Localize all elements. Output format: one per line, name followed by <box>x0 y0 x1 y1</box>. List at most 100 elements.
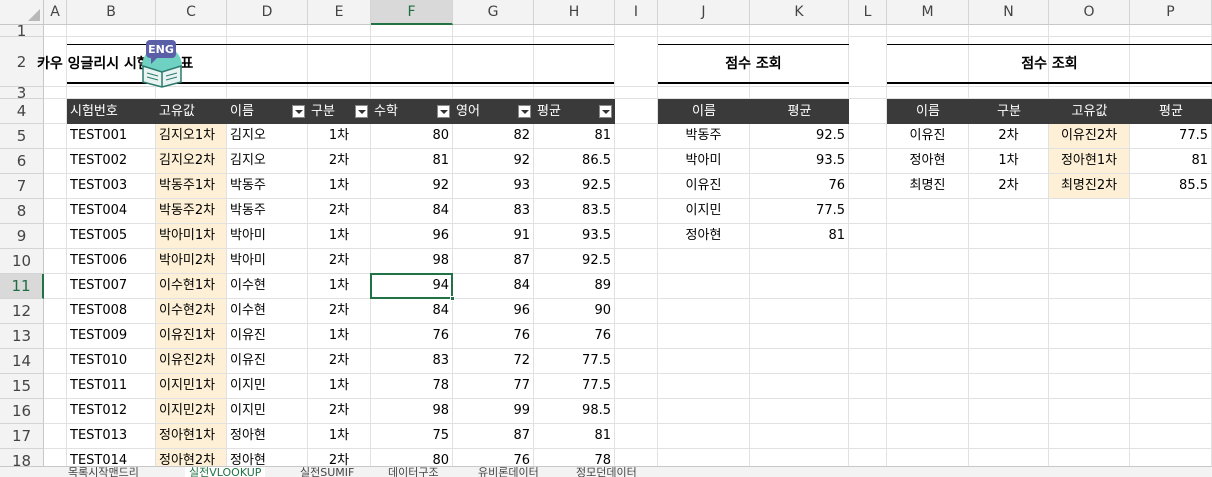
main-cell[interactable]: 80 <box>371 124 452 148</box>
main-cell[interactable]: 87 <box>453 424 533 448</box>
lookup2-cell[interactable]: 1차 <box>969 149 1048 173</box>
main-cell[interactable]: 83.5 <box>534 199 614 223</box>
main-cell[interactable]: 이수현 <box>227 299 307 323</box>
main-cell[interactable]: 이수현2차 <box>156 299 226 323</box>
row-header-4[interactable]: 4 <box>0 99 44 124</box>
main-cell[interactable]: 박동주1차 <box>156 174 226 198</box>
main-cell[interactable]: 77 <box>453 374 533 398</box>
main-cell[interactable]: 86.5 <box>534 149 614 173</box>
main-cell[interactable]: TEST012 <box>67 399 155 423</box>
main-cell[interactable]: 김지오 <box>227 124 307 148</box>
main-cell[interactable]: 84 <box>453 274 533 298</box>
lookup2-cell[interactable]: 81 <box>1130 149 1211 173</box>
main-cell[interactable]: 78 <box>371 374 452 398</box>
main-cell[interactable]: TEST010 <box>67 349 155 373</box>
main-cell[interactable]: 77.5 <box>534 349 614 373</box>
row-header-8[interactable]: 8 <box>0 199 44 224</box>
row-header-12[interactable]: 12 <box>0 299 44 324</box>
main-cell[interactable]: 96 <box>453 299 533 323</box>
main-cell[interactable]: 2차 <box>308 299 370 323</box>
column-header-e[interactable]: E <box>308 0 371 25</box>
main-cell[interactable]: 1차 <box>308 124 370 148</box>
lookup1-cell[interactable]: 박아미 <box>658 149 749 173</box>
main-cell[interactable]: 92.5 <box>534 174 614 198</box>
filter-dropdown-icon[interactable] <box>518 105 531 118</box>
lookup2-cell[interactable]: 77.5 <box>1130 124 1211 148</box>
main-cell[interactable]: TEST003 <box>67 174 155 198</box>
column-header-d[interactable]: D <box>227 0 308 25</box>
filter-dropdown-icon[interactable] <box>437 105 450 118</box>
row-header-5[interactable]: 5 <box>0 124 44 149</box>
lookup1-cell[interactable]: 정아현 <box>658 224 749 248</box>
main-cell[interactable]: 박동주 <box>227 174 307 198</box>
main-cell[interactable]: TEST007 <box>67 274 155 298</box>
main-cell[interactable]: 이유진 <box>227 324 307 348</box>
lookup1-cell[interactable]: 93.5 <box>750 149 848 173</box>
fill-handle[interactable] <box>450 296 455 301</box>
column-header-h[interactable]: H <box>534 0 615 25</box>
row-header-16[interactable]: 16 <box>0 399 44 424</box>
column-header-l[interactable]: L <box>849 0 887 25</box>
main-cell[interactable]: TEST008 <box>67 299 155 323</box>
main-cell[interactable]: TEST005 <box>67 224 155 248</box>
row-header-11[interactable]: 11 <box>0 274 44 299</box>
main-cell[interactable]: TEST009 <box>67 324 155 348</box>
main-cell[interactable]: 98 <box>371 249 452 273</box>
main-cell[interactable]: 1차 <box>308 324 370 348</box>
main-cell[interactable]: 92.5 <box>534 249 614 273</box>
main-cell[interactable]: 98 <box>371 399 452 423</box>
column-header-m[interactable]: M <box>887 0 969 25</box>
main-cell[interactable]: 72 <box>453 349 533 373</box>
main-cell[interactable]: 정아현 <box>227 424 307 448</box>
main-cell[interactable]: 2차 <box>308 149 370 173</box>
sheet-tab-5[interactable]: 정모던데이터 <box>576 467 637 477</box>
main-cell[interactable]: 김지오2차 <box>156 149 226 173</box>
main-cell[interactable]: 1차 <box>308 174 370 198</box>
lookup2-cell[interactable]: 이유진2차 <box>1049 124 1129 148</box>
column-header-a[interactable]: A <box>44 0 67 25</box>
main-cell[interactable]: 75 <box>371 424 452 448</box>
main-cell[interactable]: 이지민2차 <box>156 399 226 423</box>
main-cell[interactable]: TEST013 <box>67 424 155 448</box>
main-cell[interactable]: 77.5 <box>534 374 614 398</box>
main-cell[interactable]: 이유진1차 <box>156 324 226 348</box>
main-cell[interactable]: 93 <box>453 174 533 198</box>
column-header-f[interactable]: F <box>371 0 453 25</box>
main-cell[interactable]: 76 <box>371 324 452 348</box>
main-cell[interactable]: 2차 <box>308 249 370 273</box>
column-header-b[interactable]: B <box>67 0 156 25</box>
main-cell[interactable]: 이유진 <box>227 349 307 373</box>
main-cell[interactable]: 87 <box>453 249 533 273</box>
main-cell[interactable]: 2차 <box>308 199 370 223</box>
main-cell[interactable]: 박동주 <box>227 199 307 223</box>
column-header-k[interactable]: K <box>750 0 849 25</box>
row-header-14[interactable]: 14 <box>0 349 44 374</box>
main-cell[interactable]: 박아미2차 <box>156 249 226 273</box>
main-cell[interactable]: 84 <box>371 199 452 223</box>
column-header-c[interactable]: C <box>156 0 227 25</box>
main-cell[interactable]: 81 <box>534 124 614 148</box>
filter-dropdown-icon[interactable] <box>355 105 368 118</box>
row-header-10[interactable]: 10 <box>0 249 44 274</box>
main-cell[interactable]: 92 <box>453 149 533 173</box>
row-header-1[interactable]: 1 <box>0 24 44 39</box>
column-header-p[interactable]: P <box>1130 0 1212 25</box>
main-cell[interactable]: 81 <box>371 149 452 173</box>
main-cell[interactable]: 98.5 <box>534 399 614 423</box>
main-cell[interactable]: 84 <box>371 299 452 323</box>
main-cell[interactable]: TEST006 <box>67 249 155 273</box>
column-header-j[interactable]: J <box>658 0 750 25</box>
main-cell[interactable]: 1차 <box>308 274 370 298</box>
main-cell[interactable]: 99 <box>453 399 533 423</box>
lookup2-cell[interactable]: 정아현 <box>887 149 968 173</box>
lookup1-cell[interactable]: 이유진 <box>658 174 749 198</box>
main-cell[interactable]: 2차 <box>308 399 370 423</box>
main-cell[interactable]: 82 <box>453 124 533 148</box>
filter-dropdown-icon[interactable] <box>599 105 612 118</box>
main-cell[interactable]: 2차 <box>308 349 370 373</box>
lookup1-cell[interactable]: 76 <box>750 174 848 198</box>
lookup1-cell[interactable]: 81 <box>750 224 848 248</box>
lookup2-cell[interactable]: 2차 <box>969 124 1048 148</box>
main-cell[interactable]: 김지오 <box>227 149 307 173</box>
row-header-7[interactable]: 7 <box>0 174 44 199</box>
